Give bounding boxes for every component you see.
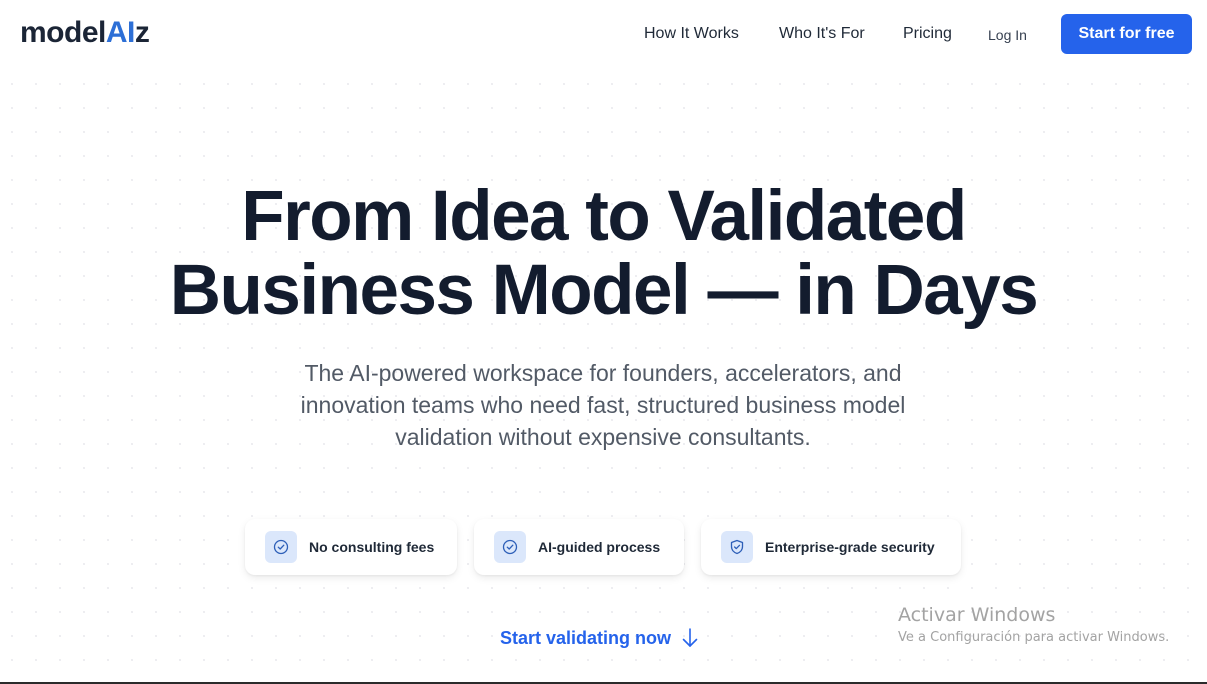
feature-badge-enterprise-security: Enterprise-grade security bbox=[701, 519, 961, 575]
feature-badge-no-consulting-fees: No consulting fees bbox=[245, 519, 457, 575]
feature-badge-label: AI-guided process bbox=[538, 539, 661, 555]
feature-badge-label: Enterprise-grade security bbox=[765, 539, 935, 555]
check-circle-icon bbox=[265, 531, 297, 563]
start-for-free-button[interactable]: Start for free bbox=[1061, 14, 1192, 54]
windows-activation-title: Activar Windows bbox=[898, 604, 1056, 626]
hero-title-line-2: Business Model — in Days bbox=[169, 251, 1039, 330]
logo-text-highlight: AI bbox=[105, 16, 136, 49]
nav-how-it-works[interactable]: How It Works bbox=[644, 25, 739, 43]
arrow-down-icon bbox=[681, 627, 699, 649]
nav-pricing[interactable]: Pricing bbox=[903, 25, 952, 43]
logo[interactable]: modelAIz bbox=[20, 14, 150, 52]
logo-text-prefix: model bbox=[20, 16, 106, 49]
feature-badge-label: No consulting fees bbox=[309, 539, 435, 555]
nav-login[interactable]: Log In bbox=[988, 27, 1027, 43]
hero-subtitle: The AI-powered workspace for founders, a… bbox=[300, 360, 906, 450]
feature-badge-ai-guided-process: AI-guided process bbox=[474, 519, 684, 575]
logo-text-suffix: z bbox=[134, 16, 150, 49]
shield-check-icon bbox=[721, 531, 753, 563]
hero-title-line-1: From Idea to Validated bbox=[241, 177, 967, 256]
hero-title: From Idea to Validated Business Model — … bbox=[0, 180, 1207, 328]
nav-who-its-for[interactable]: Who It's For bbox=[779, 25, 865, 43]
site-header: modelAIz How It Works Who It's For Prici… bbox=[0, 0, 1207, 68]
start-validating-label: Start validating now bbox=[500, 627, 672, 648]
start-validating-link[interactable]: Start validating now bbox=[500, 626, 699, 650]
windows-activation-subtitle: Ve a Configuración para activar Windows. bbox=[898, 630, 1170, 645]
check-circle-icon bbox=[494, 531, 526, 563]
